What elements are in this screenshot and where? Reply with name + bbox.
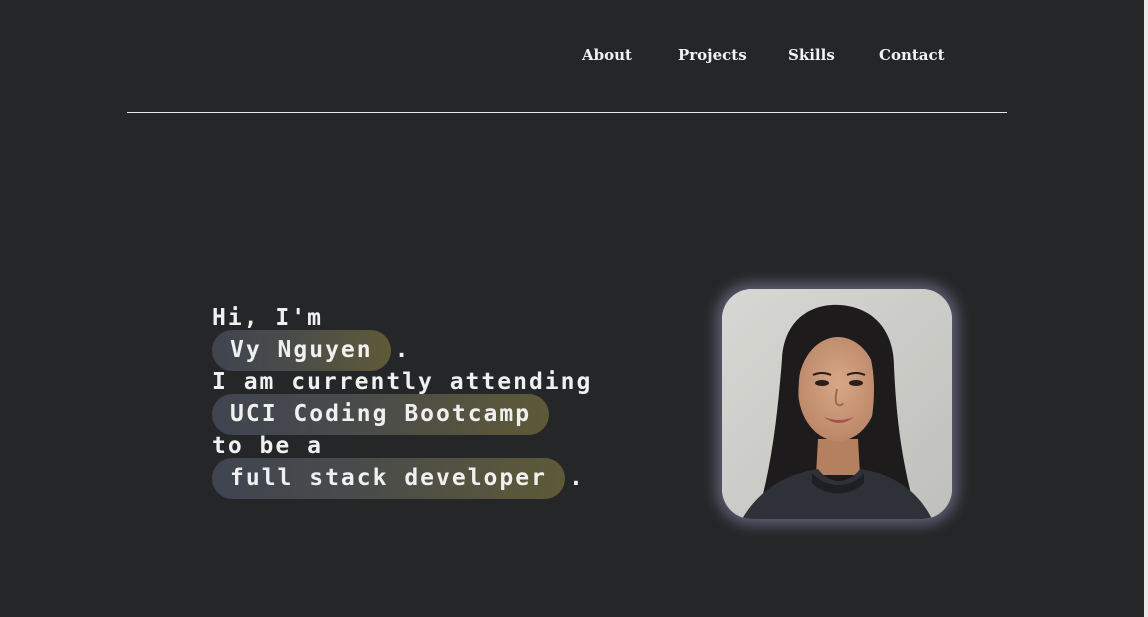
- portfolio-page: About Projects Skills Contact Hi, I'm Vy…: [0, 0, 1148, 617]
- name-period: .: [394, 337, 411, 363]
- profile-photo: [722, 289, 952, 519]
- nav-link-about[interactable]: About: [582, 44, 632, 66]
- school-highlight: UCI Coding Bootcamp: [212, 394, 550, 435]
- top-nav: About Projects Skills Contact: [0, 44, 1148, 66]
- nav-link-skills[interactable]: Skills: [788, 44, 835, 66]
- role-period: .: [568, 465, 585, 491]
- attending-text: I am currently attending: [212, 369, 593, 395]
- scrollbar-track[interactable]: [1144, 0, 1148, 617]
- role-line: full stack developer.: [212, 458, 592, 499]
- goal-prefix-text: to be a: [212, 433, 323, 459]
- nav-link-projects[interactable]: Projects: [678, 44, 747, 66]
- profile-photo-illustration: [722, 289, 952, 519]
- school-line: UCI Coding Bootcamp: [212, 394, 592, 435]
- role-highlight: full stack developer: [212, 458, 565, 499]
- hero-intro: Hi, I'm Vy Nguyen. I am currently attend…: [212, 302, 593, 499]
- name-line: Vy Nguyen.: [212, 330, 592, 371]
- greeting-text: Hi, I'm: [212, 305, 323, 331]
- name-highlight: Vy Nguyen: [212, 330, 391, 371]
- nav-link-contact[interactable]: Contact: [879, 44, 945, 66]
- header-divider: [127, 112, 1007, 113]
